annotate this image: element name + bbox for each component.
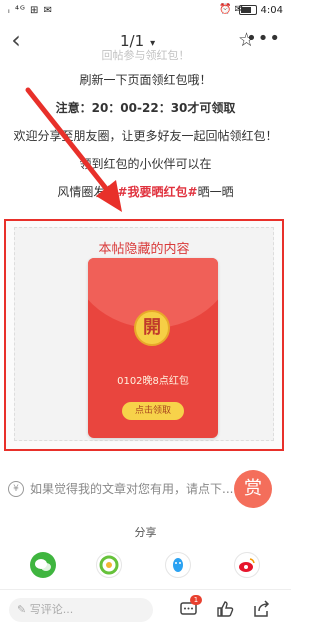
open-red-packet-icon[interactable]: 開 — [134, 310, 170, 346]
share-icon[interactable] — [250, 599, 272, 621]
weibo-icon[interactable] — [234, 552, 260, 578]
hidden-content-area: 本帖隐藏的内容 開 0102晚8点红包 点击领取 — [14, 227, 274, 441]
post-line-invite: 欢迎分享至朋友圈，让更多好友一起回帖领红包！ — [13, 129, 278, 143]
reward-button[interactable]: 赏 — [234, 470, 272, 508]
post-line-received: 领到红包的小伙伴可以在 — [79, 157, 212, 171]
comment-placeholder: 写评论... — [29, 603, 74, 616]
note-time: 20：00-22：30才可领取 — [91, 101, 236, 115]
post-line-faded: 回帖参与领红包！ — [101, 49, 190, 62]
moment-prefix: 风情圈发帖 — [57, 185, 118, 199]
post-line-note: 注意：20：00-22：30才可领取 — [0, 94, 291, 122]
reward-prompt[interactable]: 如果觉得我的文章对您有用，请点下... — [30, 480, 233, 497]
hashtag-link[interactable]: #我要晒红包# — [117, 185, 197, 199]
red-packet-card[interactable]: 開 0102晚8点红包 点击领取 — [88, 258, 218, 438]
comment-icon[interactable]: 1 — [178, 595, 202, 621]
status-time: 4:04 — [260, 5, 283, 16]
wechat-icon[interactable] — [30, 552, 56, 578]
hidden-content-title: 本帖隐藏的内容 — [98, 242, 190, 257]
qq-icon[interactable] — [165, 552, 191, 578]
comment-count-badge: 1 — [190, 595, 202, 605]
moment-suffix: 晒一晒 — [197, 185, 234, 199]
like-icon[interactable] — [214, 599, 236, 621]
share-row — [0, 546, 291, 582]
reward-bar: ¥ 如果觉得我的文章对您有用，请点下... 赏 — [0, 468, 291, 508]
hidden-content-box: 本帖隐藏的内容 開 0102晚8点红包 点击领取 — [4, 219, 284, 451]
comment-input[interactable]: ✎ 写评论... — [9, 598, 153, 622]
status-signal: ᵢ ⁴ᴳ ⊞ ✉ — [8, 5, 53, 16]
yen-icon: ¥ — [8, 481, 24, 497]
note-label: 注意： — [55, 101, 92, 115]
status-bar: ᵢ ⁴ᴳ ⊞ ✉ ⏰ ✉ 4:04 — [0, 0, 291, 22]
claim-button[interactable]: 点击领取 — [122, 402, 184, 420]
battery-icon — [239, 5, 258, 15]
post-line-refresh: 刷新一下页面领红包哦！ — [79, 73, 212, 87]
bottom-bar: ✎ 写评论... 1 — [0, 589, 291, 630]
moments-icon[interactable] — [96, 552, 122, 578]
share-label: 分享 — [134, 526, 157, 539]
post-content: 回帖参与领红包！ 刷新一下页面领红包哦！ 注意：20：00-22：30才可领取 … — [0, 46, 291, 206]
status-time-group: 4:04 — [239, 5, 283, 16]
red-packet-title: 0102晚8点红包 — [117, 376, 189, 387]
post-line-moment: 风情圈发帖#我要晒红包#晒一晒 — [0, 178, 291, 206]
